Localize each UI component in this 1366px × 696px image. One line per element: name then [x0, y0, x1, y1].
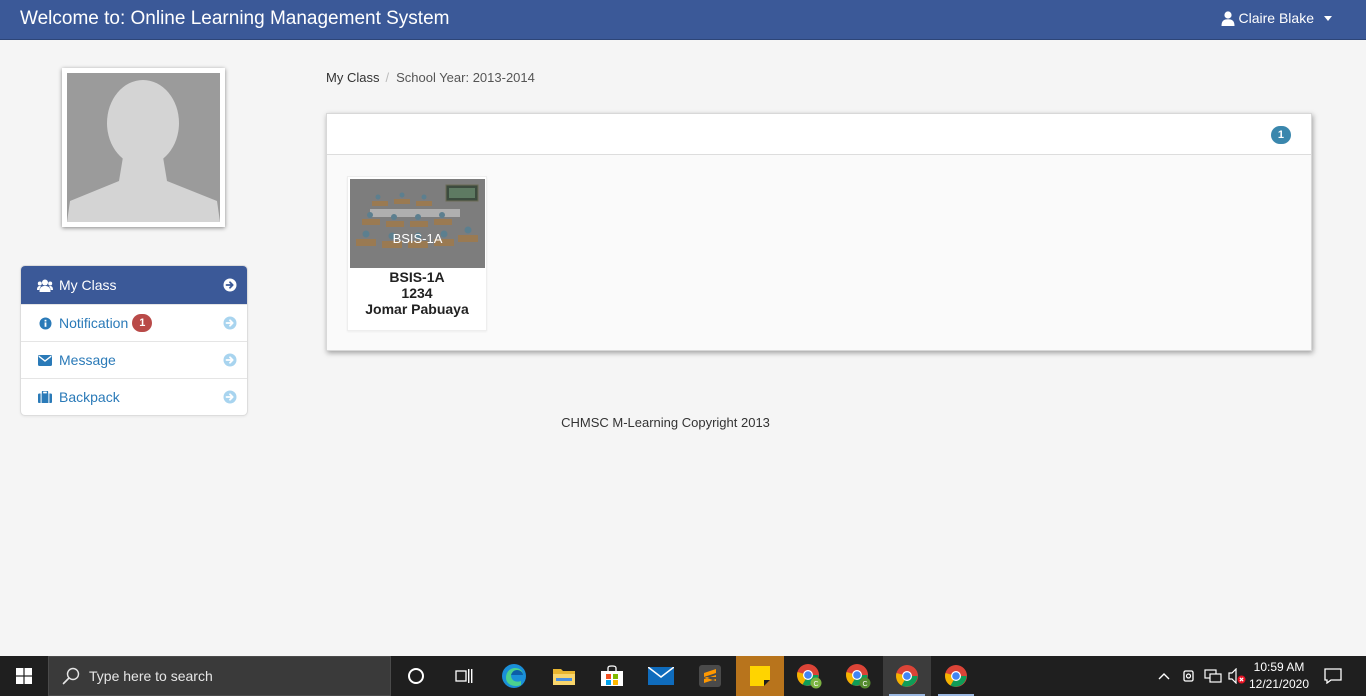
footer-copyright: CHMSC M-Learning Copyright 2013: [561, 415, 770, 430]
arrow-right-circle-icon: [223, 390, 237, 404]
sidebar-item-backpack[interactable]: Backpack: [21, 378, 247, 415]
user-menu-dropdown[interactable]: Claire Blake: [1221, 9, 1332, 27]
chrome-profile-icon: C: [797, 664, 822, 689]
user-icon: [1221, 10, 1235, 26]
sidebar-item-label: My Class: [59, 277, 117, 293]
sidebar-item-label: Backpack: [59, 389, 120, 405]
sidebar-nav: My Class Notification 1 Message Backpack: [20, 265, 248, 416]
notification-center-icon: [1324, 668, 1342, 684]
svg-text:C: C: [863, 681, 868, 688]
sidebar-item-label: Message: [59, 352, 116, 368]
svg-text:C: C: [814, 681, 819, 688]
mail-icon: [648, 667, 674, 685]
start-button[interactable]: [0, 656, 48, 696]
breadcrumb: My Class / School Year: 2013-2014: [326, 70, 535, 86]
class-thumbnail-label: BSIS-1A: [392, 231, 443, 246]
sidebar-item-notification[interactable]: Notification 1: [21, 304, 247, 341]
site-title[interactable]: Welcome to: Online Learning Management S…: [20, 8, 449, 30]
chrome-browser-button[interactable]: [932, 656, 980, 696]
sidebar-item-my-class[interactable]: My Class: [21, 266, 247, 304]
users-icon: [37, 277, 53, 293]
breadcrumb-root[interactable]: My Class: [326, 70, 379, 86]
user-name: Claire Blake: [1238, 10, 1314, 26]
sublime-text-button[interactable]: [686, 656, 734, 696]
folder-icon: [553, 669, 575, 685]
clock-date: 12/21/2020: [1248, 677, 1310, 691]
network-button[interactable]: [1202, 656, 1224, 696]
chevron-up-icon: [1158, 673, 1170, 680]
mail-app-button[interactable]: [637, 656, 685, 696]
arrow-right-circle-icon: [223, 316, 237, 330]
volume-muted-icon: [1228, 668, 1246, 684]
windows-taskbar: Type here to search C C 10:59 AM 12/21/2…: [0, 656, 1366, 696]
show-hidden-icons-button[interactable]: [1154, 656, 1174, 696]
chrome-browser-button-active[interactable]: [883, 656, 931, 696]
camera-icon: [1183, 670, 1194, 682]
cortana-circle-icon: [408, 668, 424, 684]
class-card[interactable]: BSIS-1A BSIS-1A 1234 Jomar Pabuaya: [347, 176, 487, 331]
sticky-note-icon: [750, 666, 770, 686]
task-view-button[interactable]: [440, 656, 488, 696]
microsoft-store-button[interactable]: [588, 656, 636, 696]
class-code: 1234: [401, 285, 433, 301]
class-thumbnail[interactable]: BSIS-1A: [350, 179, 485, 268]
briefcase-icon: [37, 389, 53, 405]
info-icon: [37, 315, 53, 331]
chrome-icon: [896, 665, 918, 687]
taskbar-search-box[interactable]: Type here to search: [48, 656, 391, 696]
network-icon: [1204, 669, 1222, 683]
chrome-icon: [945, 665, 967, 687]
clock-time: 10:59 AM: [1253, 660, 1305, 674]
taskbar-clock[interactable]: 10:59 AM 12/21/2020: [1245, 659, 1313, 693]
windows-logo-icon: [16, 668, 32, 684]
chrome-profile-icon: C: [846, 664, 871, 689]
arrow-right-circle-icon: [223, 353, 237, 367]
sublime-text-icon: [699, 665, 721, 687]
top-navbar: Welcome to: Online Learning Management S…: [0, 0, 1366, 40]
task-view-icon: [455, 669, 473, 683]
sticky-notes-button[interactable]: [736, 656, 784, 696]
search-placeholder: Type here to search: [89, 668, 213, 684]
breadcrumb-separator: /: [385, 70, 390, 85]
class-teacher: Jomar Pabuaya: [365, 301, 469, 317]
arrow-right-circle-icon: [223, 278, 237, 292]
edge-browser-button[interactable]: [490, 656, 538, 696]
chrome-profile-button[interactable]: C: [785, 656, 833, 696]
notification-count-badge: 1: [132, 314, 153, 332]
meet-now-button[interactable]: [1178, 656, 1200, 696]
chrome-profile-button-2[interactable]: C: [834, 656, 882, 696]
class-panel: 1 BSIS-1A BSIS-1A 1234 Jomar Pabuaya: [326, 113, 1312, 351]
cortana-button[interactable]: [392, 656, 440, 696]
classroom-image: [350, 179, 485, 268]
default-avatar-image: [67, 73, 220, 222]
envelope-icon: [37, 352, 53, 368]
panel-header: 1: [327, 114, 1311, 155]
sidebar-item-message[interactable]: Message: [21, 341, 247, 378]
edge-icon: [502, 664, 526, 688]
file-explorer-button[interactable]: [540, 656, 588, 696]
person-silhouette-icon: [67, 73, 220, 222]
store-bag-icon: [601, 665, 623, 686]
class-count-badge: 1: [1270, 126, 1291, 144]
class-card-info: BSIS-1A 1234 Jomar Pabuaya: [348, 269, 486, 317]
search-icon: [62, 667, 80, 685]
action-center-button[interactable]: [1318, 656, 1348, 696]
profile-avatar: [62, 68, 225, 227]
class-name[interactable]: BSIS-1A: [348, 269, 486, 285]
breadcrumb-current: School Year: 2013-2014: [396, 70, 535, 85]
sidebar-item-label: Notification: [59, 315, 129, 331]
caret-down-icon: [1324, 16, 1332, 21]
